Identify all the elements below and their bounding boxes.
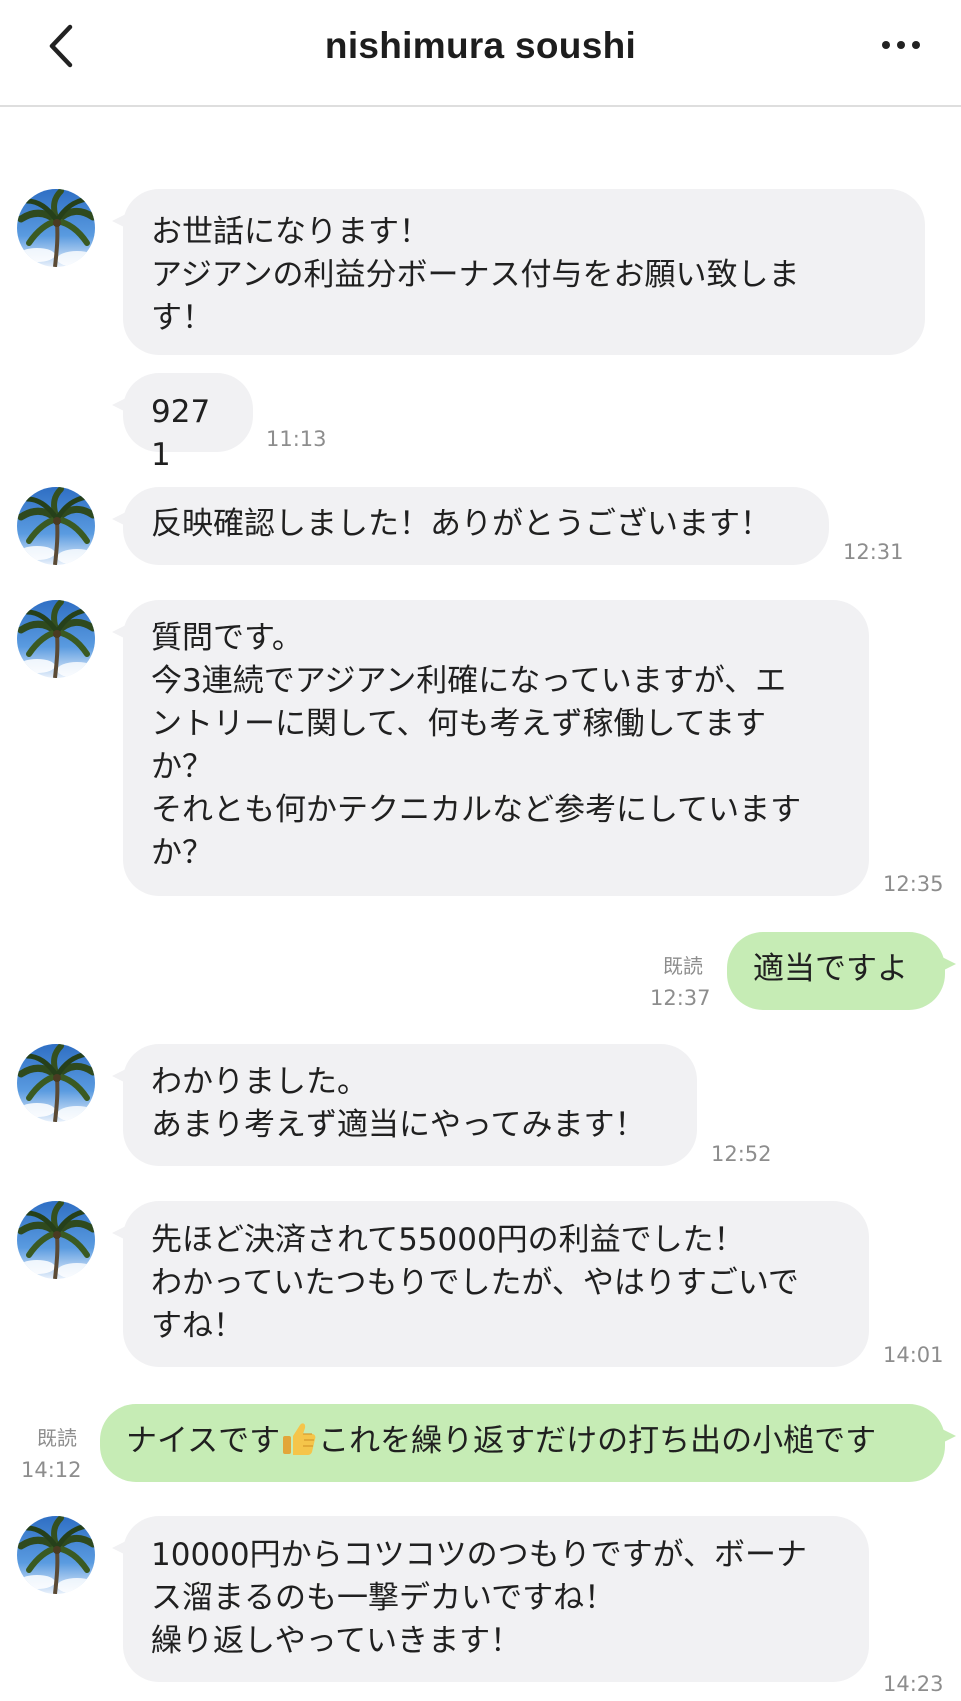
chat-title: nishimura soushi — [324, 25, 637, 66]
thumbs-up-icon — [283, 1423, 316, 1455]
message-text: ナイスです — [126, 1423, 281, 1459]
message-bubble[interactable]: 質問です。 今3連続でアジアン利確になっていますが、エ ントリーに関して、何も考… — [112, 600, 869, 896]
message-bubble[interactable]: わかりました。 あまり考えず適当にやってみます！ — [112, 1044, 697, 1166]
back-button[interactable] — [38, 18, 84, 74]
palm-tree-avatar-icon — [17, 1516, 95, 1594]
message-time: 11:13 — [266, 427, 327, 451]
message-time: 14:12 — [21, 1458, 82, 1482]
chat-header: nishimura soushi — [0, 0, 961, 107]
message-time: 12:31 — [843, 540, 904, 564]
chevron-left-icon — [49, 24, 73, 68]
message-time: 14:23 — [883, 1672, 944, 1696]
palm-tree-avatar-icon — [17, 487, 95, 565]
palm-tree-avatar-icon — [17, 189, 95, 267]
message-bubble[interactable]: 9271 — [112, 373, 253, 473]
message-time: 12:52 — [711, 1142, 772, 1166]
contact-avatar[interactable] — [17, 1201, 95, 1279]
message-time: 12:37 — [650, 986, 711, 1010]
message-bubble[interactable]: 10000円からコツコツのつもりですが、ボーナ ス溜まるのも一撃デカいですね！ … — [112, 1516, 869, 1682]
message-bubble[interactable]: 先ほど決済されて55000円の利益でした！ わかっていたつもりでしたが、やはりす… — [112, 1201, 869, 1367]
palm-tree-avatar-icon — [17, 600, 95, 678]
message-bubble[interactable]: お世話になります！ アジアンの利益分ボーナス付与をお願い致しま す！ — [112, 189, 925, 355]
read-receipt: 既読 — [663, 954, 703, 978]
my-message-bubble[interactable]: ナイスです これを繰り返すだけの打ち出の小槌です — [100, 1404, 956, 1482]
more-button[interactable] — [870, 20, 932, 70]
my-message-bubble[interactable]: 適当ですよ — [727, 932, 956, 1010]
message-text: これを繰り返すだけの打ち出の小槌です — [318, 1423, 877, 1459]
palm-tree-avatar-icon — [17, 1201, 95, 1279]
contact-avatar[interactable] — [17, 1516, 95, 1594]
contact-avatar[interactable] — [17, 189, 95, 267]
contact-avatar[interactable] — [17, 1044, 95, 1122]
message-time: 14:01 — [883, 1343, 944, 1367]
more-dots-icon — [882, 41, 920, 49]
palm-tree-avatar-icon — [17, 1044, 95, 1122]
message-time: 12:35 — [883, 872, 944, 896]
contact-avatar[interactable] — [17, 487, 95, 565]
read-receipt: 既読 — [37, 1426, 77, 1450]
message-bubble[interactable]: 反映確認しました！ありがとうございます！ — [112, 487, 829, 565]
contact-avatar[interactable] — [17, 600, 95, 678]
